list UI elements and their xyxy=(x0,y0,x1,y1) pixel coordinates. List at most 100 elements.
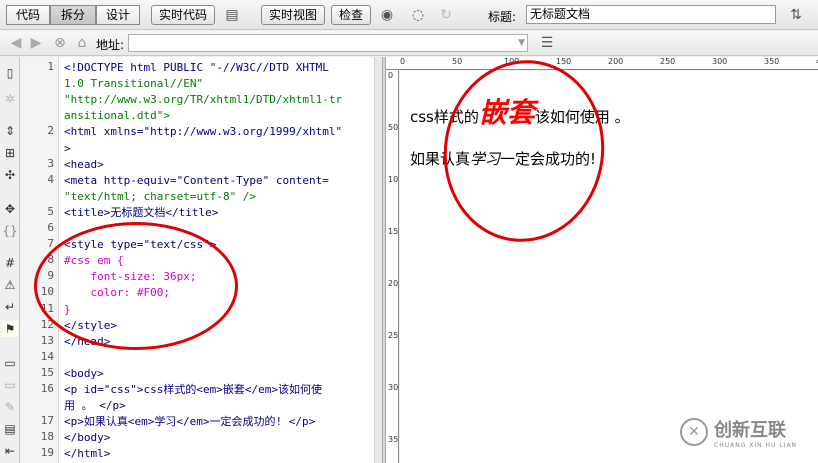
code-line: <p>如果认真<em>学习</em>一定会成功的! </p> xyxy=(64,415,316,429)
line-number: 19 xyxy=(40,446,54,460)
code-line: <title>无标题文档</title> xyxy=(64,205,219,219)
paragraph-2: 如果认真学习一定会成功的! xyxy=(410,150,597,168)
line-number: 3 xyxy=(47,156,54,170)
ruler-tick-label: 0 xyxy=(388,71,394,80)
recent-snippets-icon[interactable]: ▤ xyxy=(2,421,18,437)
ruler-tick-label: 0 xyxy=(400,57,406,66)
wrap-tag-icon[interactable]: ✎ xyxy=(2,399,18,415)
collapse-selection-icon[interactable]: ⊞ xyxy=(2,145,18,161)
balance-braces-icon[interactable]: {} xyxy=(2,223,18,239)
document-toolbar: 代码 拆分 设计 实时代码 ▤ 实时视图 检查 ◉ ◌ ↻ 标题: 无标题文档 … xyxy=(0,0,818,30)
file-management-icon[interactable]: ⇅ xyxy=(784,5,808,25)
line-number-gutter: 1 2 3 4 5 6 7 8 9 10 11 12 13 14 15 16 17 18 19 xyxy=(21,57,59,463)
watermark: 创新互联 CHUANG XIN HU LIAN xyxy=(714,420,798,449)
code-editor[interactable]: <!DOCTYPE html PUBLIC "-//W3C//DTD XHTML… xyxy=(59,57,374,463)
code-line: "text/html; charset=utf-8" /> xyxy=(64,189,257,203)
code-line: <!DOCTYPE html PUBLIC "-//W3C//DTD XHTML xyxy=(64,61,329,74)
em-study: 学习 xyxy=(470,150,501,168)
highlight-invalid-icon[interactable]: ⚠ xyxy=(2,277,18,293)
title-label: 标题: xyxy=(488,10,517,24)
code-line: <body> xyxy=(64,366,104,380)
line-number: 4 xyxy=(47,172,54,186)
stop-icon[interactable]: ⊗ xyxy=(52,33,68,53)
code-line: </body> xyxy=(64,431,111,445)
code-line: > xyxy=(64,141,71,155)
code-line: <html xmlns="http://www.w3.org/1999/xhtm… xyxy=(64,125,343,139)
title-input[interactable]: 无标题文档 xyxy=(526,5,776,24)
code-line: color: #F00; xyxy=(64,286,170,300)
home-icon[interactable]: ⌂ xyxy=(74,33,90,53)
forward-icon[interactable]: ▶ xyxy=(28,33,44,53)
live-view-button[interactable]: 实时视图 xyxy=(261,5,325,25)
code-line: </head> xyxy=(64,334,111,348)
select-parent-tag-icon[interactable]: ✥ xyxy=(2,201,18,217)
line-number: 2 xyxy=(47,124,54,138)
collapse-tag-icon[interactable]: ⇕ xyxy=(2,123,18,139)
back-icon[interactable]: ◀ xyxy=(8,33,24,53)
ruler-tick-label: 350 xyxy=(388,435,399,444)
code-line: </html> xyxy=(64,447,111,461)
line-number: 6 xyxy=(47,221,54,234)
code-line: 1.0 Transitional//EN" xyxy=(64,77,204,91)
check-compat-icon[interactable]: ▤ xyxy=(220,5,244,25)
line-number: 15 xyxy=(40,365,54,379)
line-number: 9 xyxy=(47,269,54,283)
ruler-tick-label: 50 xyxy=(388,123,399,132)
design-view-button[interactable]: 设计 xyxy=(96,5,140,25)
live-code-button[interactable]: 实时代码 xyxy=(151,5,215,25)
line-number: 13 xyxy=(40,333,54,347)
address-input[interactable]: ▼ xyxy=(128,34,528,52)
code-line: "http://www.w3.org/TR/xhtml1/DTD/xhtml1-… xyxy=(64,93,343,107)
vertical-ruler: 0 50 100 150 200 250 300 350 xyxy=(386,70,399,463)
refresh-icon[interactable]: ↻ xyxy=(436,5,456,25)
code-line: <head> xyxy=(64,157,104,171)
line-number: 7 xyxy=(47,237,54,251)
ruler-tick-label: 300 xyxy=(712,57,728,66)
remove-comment-icon[interactable]: ▭ xyxy=(2,377,18,393)
ruler-tick-label: 200 xyxy=(608,57,624,66)
word-wrap-icon[interactable]: ↵ xyxy=(2,299,18,315)
address-label: 地址: xyxy=(96,38,125,52)
open-documents-icon[interactable]: ▯ xyxy=(2,65,18,81)
code-line: font-size: 36px; xyxy=(64,270,197,284)
ruler-tick-label: 300 xyxy=(388,383,399,392)
gear-icon[interactable]: ✲ xyxy=(2,91,18,107)
ruler-tick-label: 350 xyxy=(764,57,780,66)
line-number: 1 xyxy=(47,60,54,73)
ruler-tick-label: 250 xyxy=(388,331,399,340)
split-view-button[interactable]: 拆分 xyxy=(50,5,96,25)
line-numbers-icon[interactable]: # xyxy=(2,255,18,271)
expand-all-icon[interactable]: ✣ xyxy=(2,167,18,183)
ruler-tick-label: 200 xyxy=(388,279,399,288)
line-number: 11 xyxy=(40,301,54,315)
watermark-logo-icon: ✕ xyxy=(680,418,708,446)
apply-comment-icon[interactable]: ▭ xyxy=(2,355,18,371)
code-line: </style> xyxy=(64,318,117,332)
code-scrollbar[interactable] xyxy=(374,57,382,463)
code-line: 用 。 </p> xyxy=(64,399,126,413)
globe-icon[interactable]: ◉ xyxy=(376,5,398,25)
horizontal-ruler: 050100150200250300350400 xyxy=(386,57,818,70)
move-css-icon[interactable]: ⇤ xyxy=(2,443,18,459)
view-options-icon[interactable]: ☰ xyxy=(536,33,558,53)
code-line: <p id="css">css样式的<em>嵌套</em>该如何使 xyxy=(64,383,322,396)
ruler-tick-label: 100 xyxy=(388,175,399,184)
ruler-tick-label: 100 xyxy=(504,57,520,66)
ruler-tick-label: 150 xyxy=(388,227,399,236)
syntax-error-icon[interactable]: ⚑ xyxy=(2,321,18,337)
chevron-down-icon[interactable]: ▼ xyxy=(518,35,525,51)
coding-toolbar: ▯ ✲ ⇕ ⊞ ✣ ✥ {} # ⚠ ↵ ⚑ ▭ ▭ ✎ ▤ ⇤ xyxy=(0,57,20,463)
line-number: 17 xyxy=(40,414,54,428)
line-number: 10 xyxy=(40,285,54,299)
code-line: ansitional.dtd"> xyxy=(64,109,170,123)
line-number: 18 xyxy=(40,430,54,444)
code-line: <style type="text/css"> xyxy=(64,238,217,252)
ruler-tick-label: 50 xyxy=(452,57,463,66)
line-number: 12 xyxy=(40,317,54,331)
design-view[interactable]: css样式的嵌套该如何使用 。 如果认真学习一定会成功的! xyxy=(400,71,818,463)
line-number: 8 xyxy=(47,253,54,267)
inspect-button[interactable]: 检查 xyxy=(331,5,371,25)
code-view-button[interactable]: 代码 xyxy=(6,5,50,25)
refresh-options-icon[interactable]: ◌ xyxy=(406,5,430,25)
browser-navigation-toolbar: ◀ ▶ ⊗ ⌂ 地址: ▼ ☰ xyxy=(0,31,818,56)
